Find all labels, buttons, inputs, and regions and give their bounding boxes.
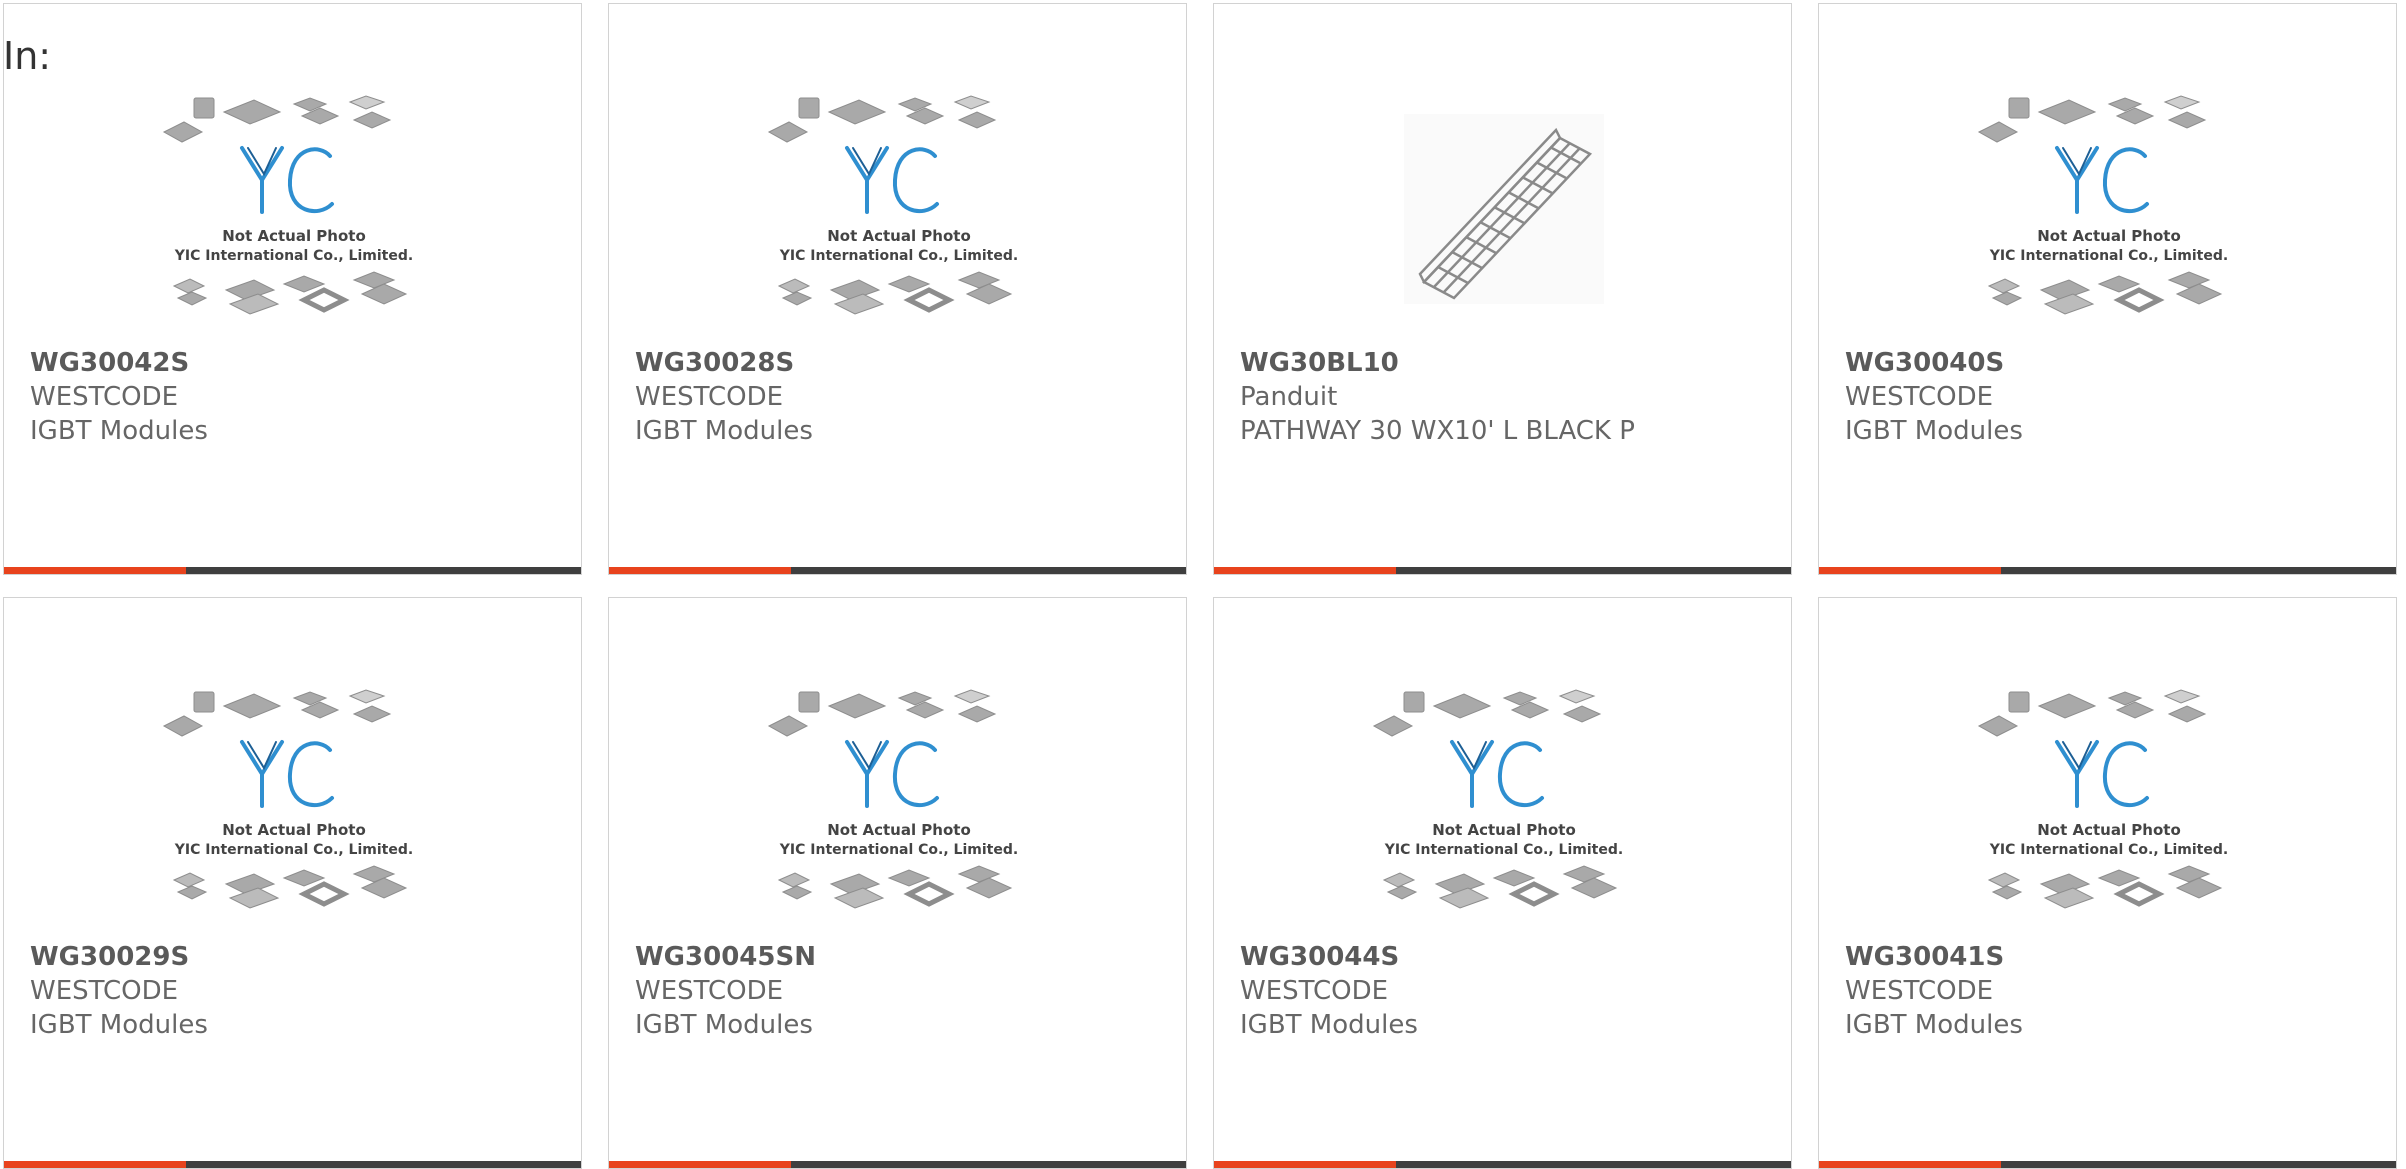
product-info: WG30044S WESTCODE IGBT Modules	[1240, 940, 1771, 1042]
wire-basket-tray-image	[1404, 114, 1604, 304]
part-number[interactable]: WG30029S	[30, 940, 561, 974]
card-accent-bar	[1819, 1161, 2001, 1168]
placeholder-caption-line1: Not Actual Photo	[2037, 821, 2181, 839]
product-description: IGBT Modules	[635, 416, 813, 446]
placeholder-caption-line1: Not Actual Photo	[222, 227, 366, 245]
product-info: WG30029S WESTCODE IGBT Modules	[30, 940, 561, 1042]
card-bottom-bar	[1819, 1161, 2396, 1168]
product-image-placeholder: Not Actual Photo YIC International Co., …	[162, 95, 413, 315]
product-info: WG30BL10 Panduit PATHWAY 30 WX10' L BLAC…	[1240, 346, 1771, 448]
product-description: PATHWAY 30 WX10' L BLACK P	[1240, 416, 1635, 446]
product-card[interactable]: Not Actual Photo YIC International Co., …	[608, 3, 1187, 575]
card-accent-bar	[609, 1161, 791, 1168]
card-bottom-bar	[609, 567, 1186, 574]
placeholder-caption-line1: Not Actual Photo	[827, 821, 971, 839]
part-number[interactable]: WG30BL10	[1240, 346, 1771, 380]
manufacturer: WESTCODE	[635, 976, 784, 1006]
card-accent-bar	[1819, 567, 2001, 574]
part-number[interactable]: WG30028S	[635, 346, 1166, 380]
filter-label: In:	[3, 34, 52, 78]
product-description: IGBT Modules	[30, 416, 208, 446]
product-card[interactable]: Not Actual Photo YIC International Co., …	[1213, 597, 1792, 1169]
manufacturer: WESTCODE	[1845, 976, 1994, 1006]
manufacturer: WESTCODE	[30, 382, 179, 412]
placeholder-caption-line2: YIC International Co., Limited.	[1989, 842, 2228, 858]
product-description: IGBT Modules	[1240, 1010, 1418, 1040]
placeholder-caption-line2: YIC International Co., Limited.	[779, 248, 1018, 264]
placeholder-caption-line2: YIC International Co., Limited.	[1384, 842, 1623, 858]
product-card[interactable]: Not Actual Photo YIC International Co., …	[3, 3, 582, 575]
manufacturer: WESTCODE	[1845, 382, 1994, 412]
product-description: IGBT Modules	[635, 1010, 813, 1040]
placeholder-caption-line2: YIC International Co., Limited.	[779, 842, 1018, 858]
product-card[interactable]: Not Actual Photo YIC International Co., …	[1818, 597, 2397, 1169]
placeholder-caption-line1: Not Actual Photo	[1432, 821, 1576, 839]
product-image-placeholder: Not Actual Photo YIC International Co., …	[1977, 689, 2228, 909]
product-card[interactable]: Not Actual Photo YIC International Co., …	[3, 597, 582, 1169]
placeholder-caption-line1: Not Actual Photo	[222, 821, 366, 839]
manufacturer: Panduit	[1240, 382, 1338, 412]
card-accent-bar	[1214, 1161, 1396, 1168]
product-grid: Not Actual Photo YIC International Co., …	[3, 3, 2403, 1169]
product-description: IGBT Modules	[1845, 1010, 2023, 1040]
manufacturer: WESTCODE	[30, 976, 179, 1006]
manufacturer: WESTCODE	[1240, 976, 1389, 1006]
card-bottom-bar	[4, 567, 581, 574]
part-number[interactable]: WG30040S	[1845, 346, 2376, 380]
product-card[interactable]: Not Actual Photo YIC International Co., …	[608, 597, 1187, 1169]
part-number[interactable]: WG30045SN	[635, 940, 1166, 974]
card-accent-bar	[609, 567, 791, 574]
product-info: WG30040S WESTCODE IGBT Modules	[1845, 346, 2376, 448]
product-info: WG30041S WESTCODE IGBT Modules	[1845, 940, 2376, 1042]
product-image-placeholder: Not Actual Photo YIC International Co., …	[767, 95, 1018, 315]
product-image-placeholder: Not Actual Photo YIC International Co., …	[1372, 689, 1623, 909]
product-card[interactable]: WG30BL10 Panduit PATHWAY 30 WX10' L BLAC…	[1213, 3, 1792, 575]
product-card[interactable]: Not Actual Photo YIC International Co., …	[1818, 3, 2397, 575]
card-bottom-bar	[1214, 1161, 1791, 1168]
part-number[interactable]: WG30044S	[1240, 940, 1771, 974]
product-info: WG30045SN WESTCODE IGBT Modules	[635, 940, 1166, 1042]
part-number[interactable]: WG30042S	[30, 346, 561, 380]
product-image-placeholder: Not Actual Photo YIC International Co., …	[162, 689, 413, 909]
card-bottom-bar	[609, 1161, 1186, 1168]
part-number[interactable]: WG30041S	[1845, 940, 2376, 974]
product-image-placeholder: Not Actual Photo YIC International Co., …	[1977, 95, 2228, 315]
card-accent-bar	[4, 1161, 186, 1168]
product-description: IGBT Modules	[30, 1010, 208, 1040]
placeholder-caption-line1: Not Actual Photo	[827, 227, 971, 245]
placeholder-caption-line2: YIC International Co., Limited.	[174, 248, 413, 264]
product-image-placeholder: Not Actual Photo YIC International Co., …	[767, 689, 1018, 909]
placeholder-caption-line1: Not Actual Photo	[2037, 227, 2181, 245]
placeholder-caption-line2: YIC International Co., Limited.	[174, 842, 413, 858]
placeholder-caption-line2: YIC International Co., Limited.	[1989, 248, 2228, 264]
product-info: WG30042S WESTCODE IGBT Modules	[30, 346, 561, 448]
card-accent-bar	[1214, 567, 1396, 574]
product-info: WG30028S WESTCODE IGBT Modules	[635, 346, 1166, 448]
card-bottom-bar	[1214, 567, 1791, 574]
card-bottom-bar	[4, 1161, 581, 1168]
card-bottom-bar	[1819, 567, 2396, 574]
product-description: IGBT Modules	[1845, 416, 2023, 446]
card-accent-bar	[4, 567, 186, 574]
manufacturer: WESTCODE	[635, 382, 784, 412]
